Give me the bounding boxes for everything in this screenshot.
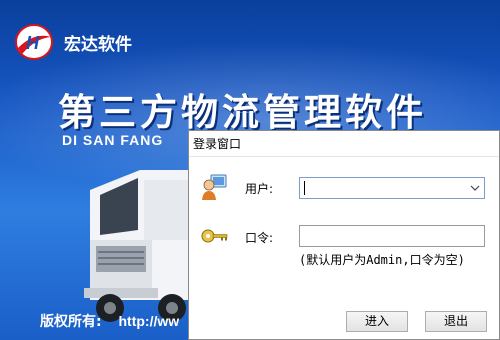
- default-credentials-hint: (默认用户为Admin,口令为空): [299, 253, 465, 267]
- key-icon: [201, 229, 228, 243]
- logo-letter: H: [26, 33, 40, 53]
- app-title: 第三方物流管理软件: [58, 91, 427, 134]
- truck-image: [84, 170, 200, 322]
- login-dialog: 登录窗口 用户: 口令: (默认用户为Admin,口令为空) 进入 退出: [188, 130, 500, 340]
- password-field[interactable]: [299, 225, 485, 247]
- hongda-logo-icon: H: [15, 24, 53, 60]
- brand-name: 宏达软件: [64, 35, 132, 55]
- copyright-label: 版权所有:: [40, 314, 102, 330]
- chevron-down-icon[interactable]: [469, 182, 481, 194]
- user-combobox[interactable]: [299, 177, 485, 199]
- app-title-pinyin: DI SAN FANG: [62, 132, 164, 148]
- copyright-line: 版权所有: http://ww: [40, 311, 179, 331]
- user-icon: [202, 174, 227, 200]
- copyright-url[interactable]: http://ww: [118, 313, 179, 329]
- text-caret: [304, 181, 305, 195]
- dialog-title: 登录窗口: [189, 131, 499, 157]
- enter-button[interactable]: 进入: [346, 311, 408, 332]
- user-label: 用户:: [245, 182, 274, 196]
- exit-button[interactable]: 退出: [425, 311, 487, 332]
- password-label: 口令:: [245, 231, 274, 245]
